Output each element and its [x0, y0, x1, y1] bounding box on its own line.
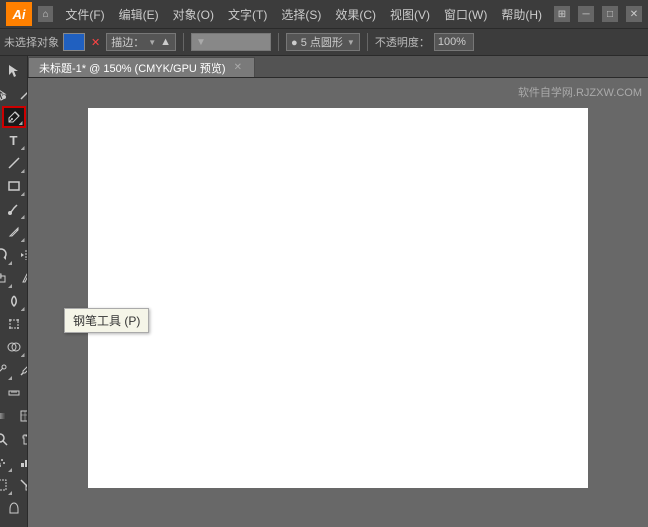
point-shape-dropdown[interactable]: ● 5 点圆形 ▼ [286, 33, 360, 51]
shear-tool[interactable] [14, 267, 28, 289]
shape-builder-tool[interactable] [2, 336, 26, 358]
tabs-bar: 未标题-1* @ 150% (CMYK/GPU 预览) ✕ [28, 56, 648, 78]
tab-label: 未标题-1* @ 150% (CMYK/GPU 预览) [39, 60, 226, 76]
line-tool[interactable] [2, 152, 26, 174]
fill-color-swatch[interactable] [63, 33, 85, 51]
divider2 [278, 33, 279, 51]
menu-select[interactable]: 选择(S) [275, 4, 327, 25]
eyedropper-tool[interactable] [14, 359, 28, 381]
chevron-down-icon2: ▼ [347, 38, 355, 47]
menu-help[interactable]: 帮助(H) [495, 4, 548, 25]
menu-bar: 文件(F) 编辑(E) 对象(O) 文字(T) 选择(S) 效果(C) 视图(V… [59, 4, 548, 25]
selection-tool[interactable] [2, 60, 26, 82]
menu-view[interactable]: 视图(V) [384, 4, 436, 25]
hand-scroll-tool[interactable] [2, 497, 26, 519]
reflect-tool[interactable] [14, 244, 28, 266]
menu-file[interactable]: 文件(F) [59, 4, 110, 25]
menu-window[interactable]: 窗口(W) [438, 4, 493, 25]
column-graph-tool[interactable] [14, 451, 28, 473]
perspective-tool[interactable] [2, 520, 26, 527]
options-bar: 未选择对象 ✕ 描边： ▼ ▲ ▼ ● 5 点圆形 ▼ 不透明度： [0, 28, 648, 56]
title-bar: Ai ⌂ 文件(F) 编辑(E) 对象(O) 文字(T) 选择(S) 效果(C)… [0, 0, 648, 28]
mesh-tool[interactable] [14, 405, 28, 427]
canvas-area[interactable]: 软件自学网.RJZXW.COM 钢笔工具 (P) [28, 78, 648, 527]
rectangle-tool[interactable] [2, 175, 26, 197]
divider [183, 33, 184, 51]
transform-tools [0, 267, 28, 289]
slice-tool[interactable] [14, 474, 28, 496]
rotate-tools [0, 244, 28, 266]
direct-select-tools [0, 83, 28, 105]
gradient-tools [0, 405, 28, 427]
point-shape-label: ● 5 点圆形 [291, 34, 343, 50]
close-button[interactable]: ✕ [626, 6, 642, 22]
toolbar: T [0, 56, 28, 527]
workspace-switcher[interactable]: ⊞ [554, 6, 570, 22]
paintbrush-tool[interactable] [2, 198, 26, 220]
type-tool[interactable]: T [2, 129, 26, 151]
blend-tool[interactable] [0, 359, 13, 381]
scale-tool[interactable] [0, 267, 13, 289]
gradient-tool[interactable] [0, 405, 13, 427]
app-logo: Ai [6, 2, 32, 26]
symbol-sprayer-tool[interactable] [0, 451, 13, 473]
blend-tools [0, 359, 28, 381]
style-dropdown[interactable]: ▼ [191, 33, 271, 51]
main-area: T [0, 56, 648, 527]
artboard-tools [0, 474, 28, 496]
minimize-button[interactable]: ─ [578, 6, 594, 22]
stroke-up-icon: ▲ [160, 36, 171, 48]
maximize-button[interactable]: □ [602, 6, 618, 22]
select-tools [2, 60, 26, 82]
tab-close-button[interactable]: ✕ [232, 62, 244, 73]
menu-object[interactable]: 对象(O) [167, 4, 220, 25]
view-tools [0, 428, 28, 450]
chevron-down-icon: ▼ [148, 38, 156, 47]
hand-tool[interactable] [14, 428, 28, 450]
divider3 [367, 33, 368, 51]
symbol-tools [0, 451, 28, 473]
menu-text[interactable]: 文字(T) [222, 4, 273, 25]
pen-tool-tooltip: 钢笔工具 (P) [64, 308, 149, 333]
selection-label: 未选择对象 [4, 34, 59, 50]
canvas-surface [88, 108, 588, 488]
width-tool[interactable] [2, 290, 26, 312]
document-tab[interactable]: 未标题-1* @ 150% (CMYK/GPU 预览) ✕ [28, 57, 255, 77]
rotate-tool[interactable] [0, 244, 13, 266]
menu-effect[interactable]: 效果(C) [329, 4, 382, 25]
home-button[interactable]: ⌂ [38, 6, 53, 22]
watermark: 软件自学网.RJZXW.COM [518, 84, 642, 100]
zoom-tool[interactable] [0, 428, 13, 450]
opacity-input[interactable] [434, 33, 474, 51]
free-transform-tool[interactable] [2, 313, 26, 335]
menu-edit[interactable]: 编辑(E) [113, 4, 165, 25]
workspace: 未标题-1* @ 150% (CMYK/GPU 预览) ✕ 软件自学网.RJZX… [28, 56, 648, 527]
window-controls: ⊞ ─ □ ✕ [554, 6, 642, 22]
opacity-label: 不透明度： [375, 34, 430, 50]
measure-tool[interactable] [2, 382, 26, 404]
pencil-tool[interactable] [2, 221, 26, 243]
pen-tool[interactable] [2, 106, 26, 128]
artboard-tool[interactable] [0, 474, 13, 496]
stroke-dropdown[interactable]: 描边： ▼ ▲ [106, 33, 176, 51]
stroke-label: 描边： [111, 34, 144, 50]
direct-select-tool[interactable] [0, 83, 13, 105]
magic-wand-tool[interactable] [14, 83, 28, 105]
